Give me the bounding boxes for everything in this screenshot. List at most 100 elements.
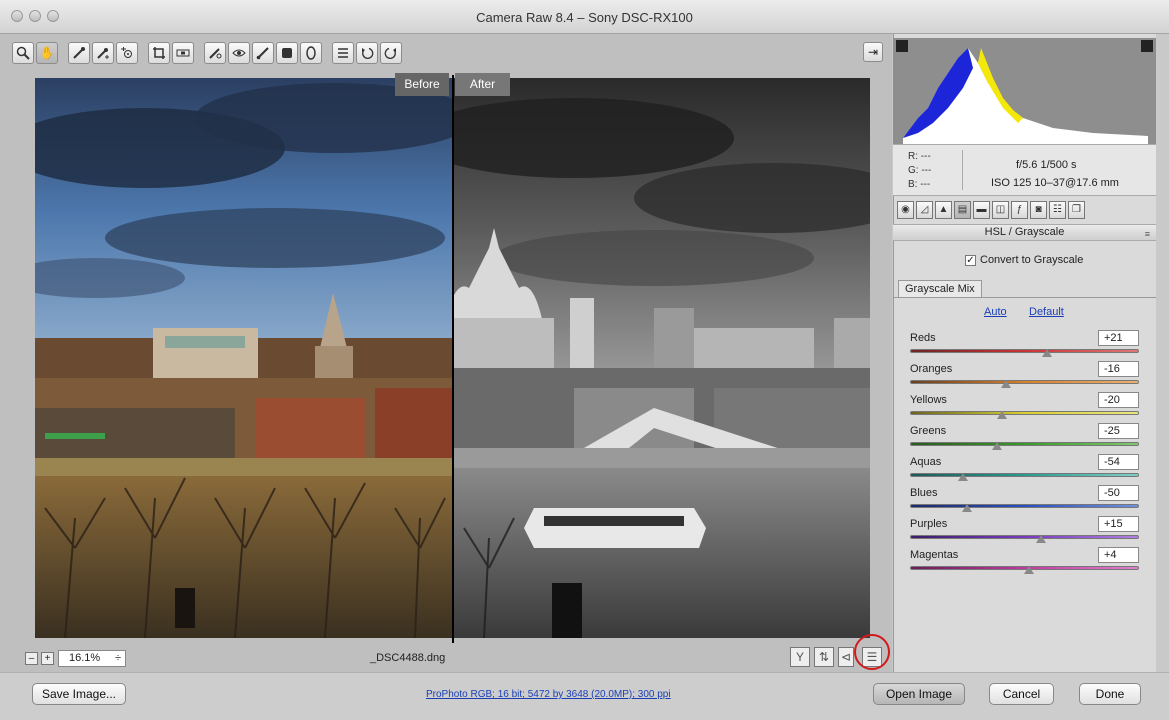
slider-value-reds[interactable]: +21 [1098,330,1139,346]
slider-value-magentas[interactable]: +4 [1098,547,1139,563]
slider-value-blues[interactable]: -50 [1098,485,1139,501]
tab-snapshots[interactable]: ❐ [1068,201,1085,219]
adjustment-brush-tool[interactable] [252,42,274,64]
slider-track-oranges[interactable] [910,380,1139,384]
rotate-left-icon [362,47,374,59]
slider-value-purples[interactable]: +15 [1098,516,1139,532]
eye-icon [232,49,246,57]
radial-filter-tool[interactable] [300,42,322,64]
rotate-cw-button[interactable] [380,42,402,64]
g-readout: G: --- [908,165,932,176]
zoom-tool[interactable] [12,42,34,64]
tab-effects[interactable]: ƒ [1011,201,1028,219]
ellipse-icon [306,46,316,60]
tab-grayscale-mix[interactable]: Grayscale Mix [898,280,982,298]
slider-track-reds[interactable] [910,349,1139,353]
slider-track-blues[interactable] [910,504,1139,508]
window-title: Camera Raw 8.4 – Sony DSC-RX100 [476,10,693,25]
color-sampler-tool[interactable] [92,42,114,64]
highlight-clipping-warning-icon[interactable] [1141,40,1153,52]
file-name: _DSC4488.dng [370,652,446,664]
rotate-right-icon [384,47,396,59]
slider-thumb-oranges[interactable] [1001,380,1012,388]
toggle-fullscreen-button[interactable]: ⇥ [863,42,883,62]
after-label: After [455,73,510,96]
graduated-filter-tool[interactable] [276,42,298,64]
target-icon [121,47,132,58]
save-image-button[interactable]: Save Image... [32,683,126,705]
shadow-clipping-warning-icon[interactable] [896,40,908,52]
slider-track-purples[interactable] [910,535,1139,539]
hand-icon: ✋ [39,46,55,60]
tab-lens-corrections[interactable]: ◫ [992,201,1009,219]
split-view-icon: Y [795,650,804,664]
split-icon: ▬ [976,204,987,215]
highlight-circle [854,634,890,670]
slider-track-greens[interactable] [910,442,1139,446]
crop-tool[interactable] [148,42,170,64]
snapshot-icon: ❐ [1072,204,1081,215]
convert-to-grayscale-checkbox[interactable]: ✓ Convert to Grayscale [965,254,1083,266]
tool-bar: ✋ [12,42,402,66]
slider-value-oranges[interactable]: -16 [1098,361,1139,377]
r-readout: R: --- [908,151,931,162]
tab-camera-calibration[interactable]: ◙ [1030,201,1047,219]
slider-value-yellows[interactable]: -20 [1098,392,1139,408]
rotate-ccw-button[interactable] [356,42,378,64]
straighten-tool[interactable] [172,42,194,64]
copy-icon: ⊲ [840,650,852,664]
slider-thumb-aquas[interactable] [957,473,968,481]
slider-track-aquas[interactable] [910,473,1139,477]
slider-label-greens: Greens [910,425,947,437]
tab-basic[interactable]: ◉ [897,201,914,219]
magnifier-icon [16,46,30,60]
before-label: Before [395,73,449,96]
tab-detail[interactable]: ▲ [935,201,952,219]
spot-removal-tool[interactable] [204,42,226,64]
b-readout: B: --- [908,179,931,190]
slider-thumb-purples[interactable] [1035,535,1046,543]
copy-settings-button[interactable]: ⊲ [838,647,854,667]
slider-thumb-magentas[interactable] [1024,566,1035,574]
slider-label-purples: Purples [910,518,948,530]
tab-hsl-grayscale[interactable]: ▤ [954,201,971,219]
auto-link[interactable]: Auto [984,306,1007,318]
white-balance-tool[interactable] [68,42,90,64]
brush-icon [256,47,269,60]
slider-label-yellows: Yellows [910,394,947,406]
slider-thumb-greens[interactable] [992,442,1003,450]
slider-track-yellows[interactable] [910,411,1139,415]
cancel-button[interactable]: Cancel [989,683,1054,705]
title-bar: Camera Raw 8.4 – Sony DSC-RX100 [0,0,1169,34]
zoom-out-button[interactable]: – [25,652,38,665]
tab-split-toning[interactable]: ▬ [973,201,990,219]
tab-tone-curve[interactable]: ◿ [916,201,933,219]
stepper-icon: ÷ [114,652,121,664]
before-after-view-button[interactable]: Y [790,647,810,667]
zoom-level-select[interactable]: 16.1% ÷ [58,650,126,667]
done-button[interactable]: Done [1079,683,1141,705]
swap-icon: ⇅ [818,650,830,664]
slider-thumb-blues[interactable] [962,504,973,512]
slider-thumb-reds[interactable] [1042,349,1053,357]
hsl-icon: ▤ [957,204,968,215]
slider-value-greens[interactable]: -25 [1098,423,1139,439]
hand-tool[interactable]: ✋ [36,42,58,64]
slider-thumb-yellows[interactable] [996,411,1007,419]
workflow-options-link[interactable]: ProPhoto RGB; 16 bit; 5472 by 3648 (20.0… [426,689,671,700]
preferences-button[interactable] [332,42,354,64]
slider-value-aquas[interactable]: -54 [1098,454,1139,470]
zoom-in-button[interactable]: + [41,652,54,665]
default-link[interactable]: Default [1029,306,1064,318]
tab-presets[interactable]: ☷ [1049,201,1066,219]
targeted-adjustment-tool[interactable] [116,42,138,64]
crop-icon [153,47,165,59]
open-image-button[interactable]: Open Image [873,683,965,705]
before-image [35,78,452,638]
checkbox-icon[interactable]: ✓ [965,254,976,266]
panel-menu-icon[interactable]: ≡ [1145,227,1150,242]
red-eye-tool[interactable] [228,42,250,64]
swap-settings-button[interactable]: ⇅ [814,647,834,667]
triangle-icon: ▲ [938,204,949,215]
gradient-icon [282,48,292,58]
